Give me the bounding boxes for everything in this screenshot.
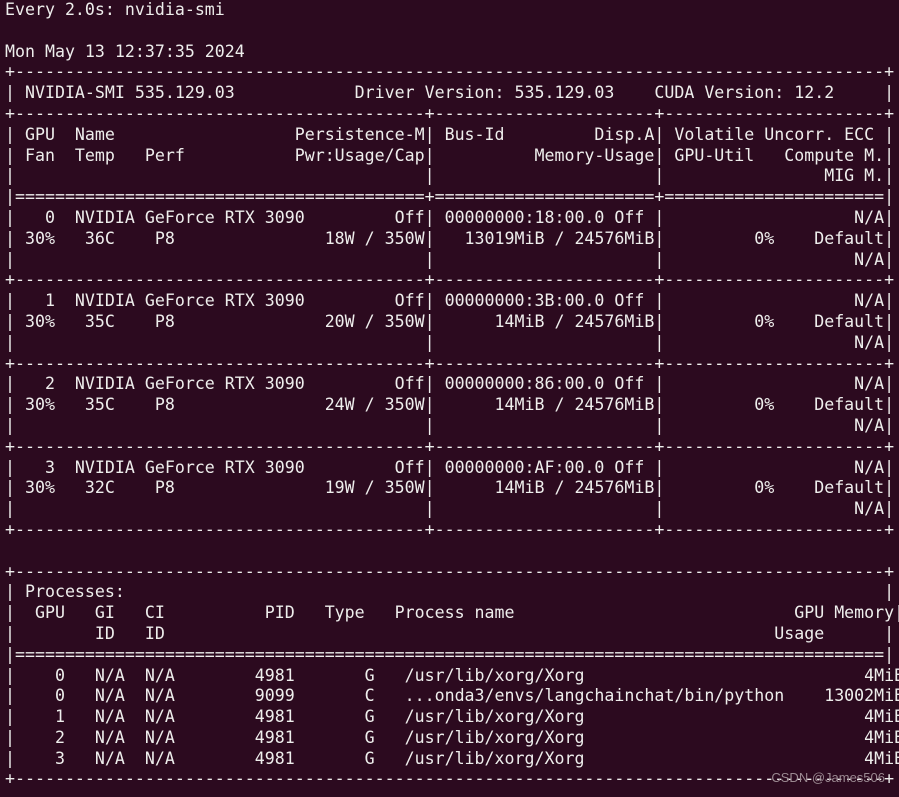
terminal-window: Every 2.0s: nvidia-smi Mon May 13 12:37:…	[0, 0, 899, 797]
gpu-header-row: | GPU Name Persistence-M| Bus-Id Disp.A|…	[5, 124, 895, 144]
gpu-row: | 2 NVIDIA GeForce RTX 3090 Off| 0000000…	[5, 374, 895, 394]
process-row: | 0 N/A N/A 9099 C ...onda3/envs/langcha…	[5, 686, 899, 706]
process-header-row: | GPU GI CI PID Type Process name GPU Me…	[5, 603, 899, 623]
processes-title: | Processes: |	[5, 582, 895, 602]
table-border: +---------------------------------------…	[5, 62, 895, 82]
gpu-row: | 30% 32C P8 19W / 350W| 14MiB / 24576Mi…	[5, 478, 895, 498]
table-border: +---------------------------------------…	[5, 561, 895, 581]
gpu-row: | | | N/A|	[5, 249, 895, 269]
gpu-row: | | | N/A|	[5, 332, 895, 352]
gpu-row: | 30% 35C P8 24W / 350W| 14MiB / 24576Mi…	[5, 395, 895, 415]
blank-line	[5, 21, 899, 42]
process-row: | 3 N/A N/A 4981 G /usr/lib/xorg/Xorg 4M…	[5, 748, 899, 768]
process-row: | 0 N/A N/A 4981 G /usr/lib/xorg/Xorg 4M…	[5, 665, 899, 685]
process-row: | 2 N/A N/A 4981 G /usr/lib/xorg/Xorg 4M…	[5, 727, 899, 747]
gpu-row: | | | N/A|	[5, 499, 895, 519]
table-border: +---------------------------------------…	[5, 436, 895, 456]
timestamp: Mon May 13 12:37:35 2024	[5, 41, 245, 61]
table-border: +---------------------------------------…	[5, 270, 895, 290]
table-separator: |=======================================…	[5, 187, 895, 207]
gpu-row: | 3 NVIDIA GeForce RTX 3090 Off| 0000000…	[5, 457, 895, 477]
gpu-row: | 0 NVIDIA GeForce RTX 3090 Off| 0000000…	[5, 207, 895, 227]
gpu-header-row: | Fan Temp Perf Pwr:Usage/Cap| Memory-Us…	[5, 145, 895, 165]
gpu-row: | | | N/A|	[5, 415, 895, 435]
table-border: +---------------------------------------…	[5, 769, 895, 789]
table-separator: |=======================================…	[5, 644, 895, 664]
gpu-row: | 1 NVIDIA GeForce RTX 3090 Off| 0000000…	[5, 291, 895, 311]
table-border: +---------------------------------------…	[5, 519, 895, 539]
process-header-row: | ID ID Usage |	[5, 623, 895, 643]
nvidia-smi-output: +---------------------------------------…	[5, 62, 899, 790]
table-border: +---------------------------------------…	[5, 103, 895, 123]
process-row: | 1 N/A N/A 4981 G /usr/lib/xorg/Xorg 4M…	[5, 707, 899, 727]
watermark: CSDN @James506	[771, 770, 885, 786]
gpu-row: | 30% 36C P8 18W / 350W| 13019MiB / 2457…	[5, 228, 895, 248]
table-border: +---------------------------------------…	[5, 353, 895, 373]
gpu-header-row: | | | MIG M.|	[5, 166, 895, 186]
gpu-row: | 30% 35C P8 20W / 350W| 14MiB / 24576Mi…	[5, 311, 895, 331]
watch-header: Every 2.0s: nvidia-smi	[5, 0, 225, 19]
version-line: | NVIDIA-SMI 535.129.03 Driver Version: …	[5, 83, 895, 103]
